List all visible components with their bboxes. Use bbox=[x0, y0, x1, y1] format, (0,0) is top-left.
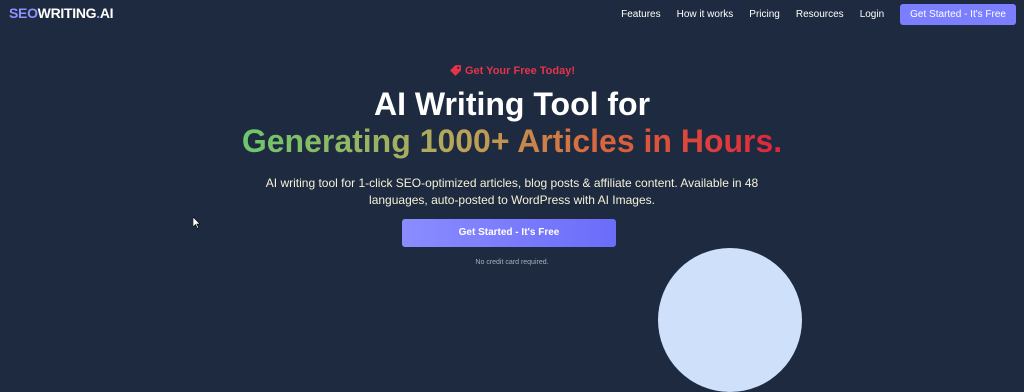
hero-get-started-button[interactable]: Get Started - It's Free bbox=[402, 219, 616, 247]
logo[interactable]: SEOWRITING.AI bbox=[9, 5, 114, 21]
nav-link-pricing[interactable]: Pricing bbox=[749, 9, 780, 20]
nav-get-started-button[interactable]: Get Started - It's Free bbox=[900, 3, 1016, 25]
promo-text: Get Your Free Today! bbox=[464, 65, 576, 77]
nav-links: Features How it works Pricing Resources … bbox=[605, 0, 1024, 28]
mouse-pointer-icon bbox=[193, 217, 201, 229]
nav-link-login[interactable]: Login bbox=[860, 9, 884, 20]
hero-subtitle-line2: languages, auto-posted to WordPress with… bbox=[369, 193, 655, 207]
hero-subtitle-line1: AI writing tool for 1-click SEO-optimize… bbox=[265, 176, 759, 190]
top-navbar: SEOWRITING.AI Features How it works Pric… bbox=[0, 0, 1024, 28]
hero-title-line1: AI Writing Tool for bbox=[373, 86, 651, 122]
tag-icon bbox=[450, 65, 461, 76]
nav-link-resources[interactable]: Resources bbox=[796, 9, 844, 20]
no-credit-card-note: No credit card required. bbox=[475, 259, 549, 266]
hero-subtitle: AI writing tool for 1-click SEO-optimize… bbox=[262, 175, 762, 209]
nav-link-features[interactable]: Features bbox=[621, 9, 660, 20]
decorative-circle bbox=[658, 248, 802, 392]
hero-title-line2: Generating 1000+ Articles in Hours. bbox=[241, 123, 783, 159]
nav-link-how-it-works[interactable]: How it works bbox=[677, 9, 734, 20]
promo-banner: Get Your Free Today! bbox=[0, 64, 1024, 77]
